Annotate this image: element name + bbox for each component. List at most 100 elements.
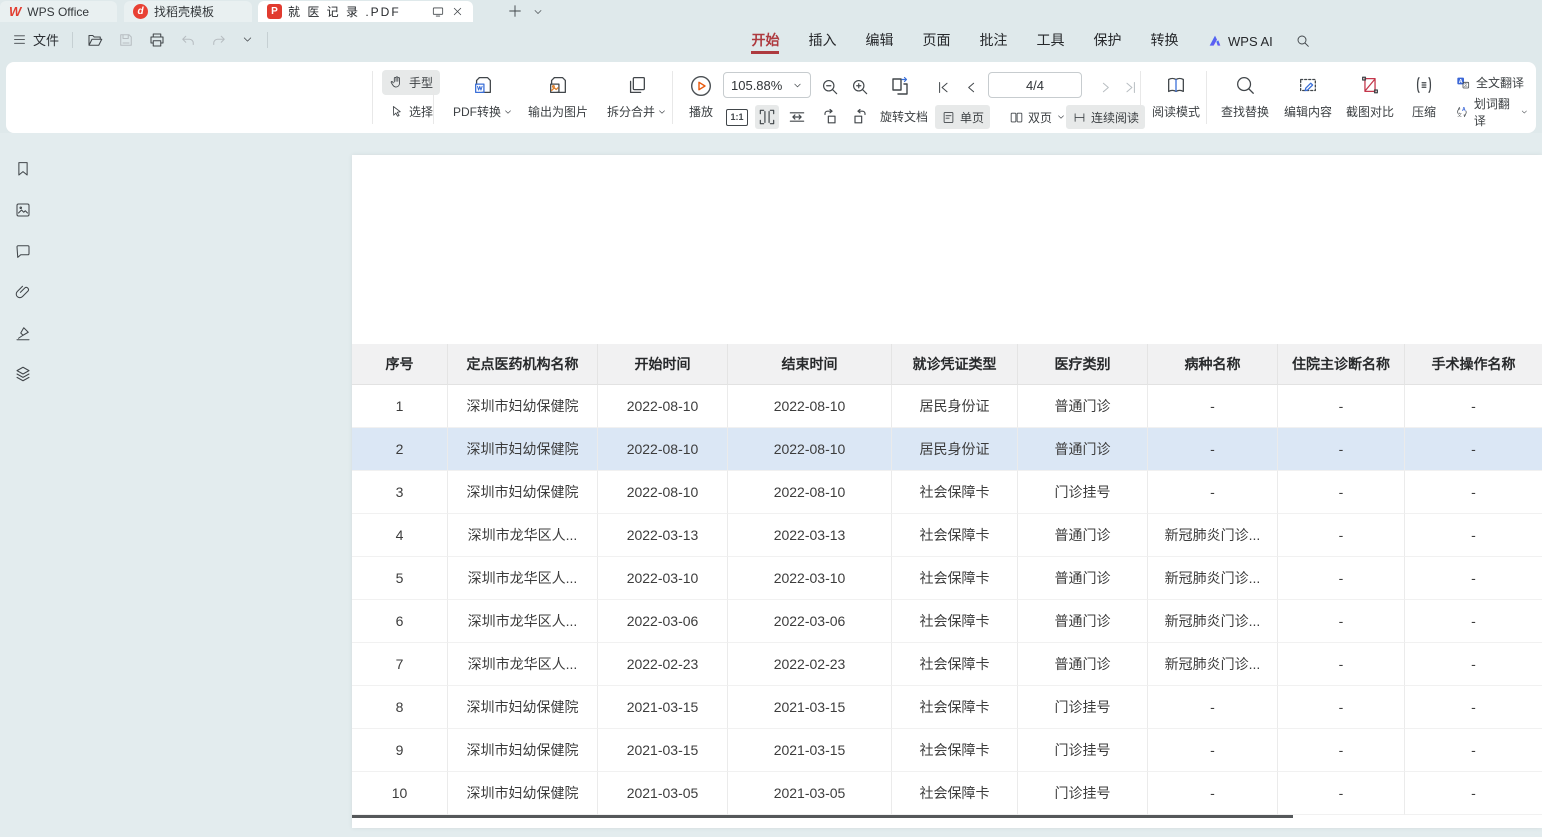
signature-panel-button[interactable] <box>13 323 32 342</box>
table-cell: - <box>1278 643 1405 686</box>
document-page[interactable]: 序号定点医药机构名称开始时间结束时间就诊凭证类型医疗类别病种名称住院主诊断名称手… <box>352 155 1542 828</box>
page-indicator-value: 4/4 <box>1026 78 1044 93</box>
open-file-icon[interactable] <box>86 31 104 49</box>
screenshot-compare-button[interactable]: 截图对比 <box>1340 71 1400 125</box>
divider <box>267 32 268 48</box>
prev-page-button[interactable] <box>959 75 983 99</box>
table-cell: 2022-08-10 <box>728 428 892 471</box>
table-cell: - <box>1148 471 1278 514</box>
table-cell: 社会保障卡 <box>892 729 1018 772</box>
word-translate-icon: A文 <box>1455 104 1469 120</box>
read-mode-button[interactable]: 阅读模式 <box>1146 71 1206 125</box>
tab-docer[interactable]: d 找稻壳模板 <box>124 1 252 22</box>
table-bottom-rule <box>352 815 1293 818</box>
last-page-button[interactable] <box>1118 75 1142 99</box>
menu-item-page[interactable]: 页面 <box>908 28 965 54</box>
menu-item-tools[interactable]: 工具 <box>1022 28 1079 54</box>
svg-text:文: 文 <box>1457 111 1462 118</box>
side-panel-icons <box>13 159 32 383</box>
table-row[interactable]: 6深圳市龙华区人...2022-03-062022-03-06社会保障卡普通门诊… <box>352 600 1542 643</box>
menu-search-icon[interactable] <box>1295 33 1311 49</box>
page-indicator-input[interactable]: 4/4 <box>988 72 1082 98</box>
fit-width-button[interactable] <box>785 105 809 129</box>
hand-tool-button[interactable]: 手型 <box>382 70 440 95</box>
table-cell: 社会保障卡 <box>892 772 1018 815</box>
table-cell: 普通门诊 <box>1018 428 1148 471</box>
table-cell: 5 <box>352 557 448 600</box>
rotate-left-button[interactable] <box>818 105 842 129</box>
thumbnail-panel-button[interactable] <box>13 200 32 219</box>
split-merge-button[interactable]: 拆分合并 <box>598 71 676 125</box>
next-page-button[interactable] <box>1093 75 1117 99</box>
table-row[interactable]: 3深圳市妇幼保健院2022-08-102022-08-10社会保障卡门诊挂号--… <box>352 471 1542 514</box>
zoom-level-select[interactable]: 105.88% <box>723 72 811 98</box>
table-row[interactable]: 7深圳市龙华区人...2022-02-232022-02-23社会保障卡普通门诊… <box>352 643 1542 686</box>
pdf-convert-button[interactable]: PDF转换 <box>446 71 520 125</box>
table-row[interactable]: 5深圳市龙华区人...2022-03-102022-03-10社会保障卡普通门诊… <box>352 557 1542 600</box>
menu-item-insert[interactable]: 插入 <box>794 28 851 54</box>
reflow-button[interactable] <box>886 75 914 99</box>
divider <box>672 71 673 124</box>
actual-size-button[interactable]: 1:1 <box>725 105 749 129</box>
double-page-button[interactable]: 双页 <box>1003 105 1072 129</box>
table-row[interactable]: 4深圳市龙华区人...2022-03-132022-03-13社会保障卡普通门诊… <box>352 514 1542 557</box>
tab-list-chevron-icon[interactable] <box>532 6 544 18</box>
edit-content-button[interactable]: 编辑内容 <box>1278 71 1338 125</box>
bookmark-panel-button[interactable] <box>13 159 32 178</box>
new-tab-icon[interactable] <box>507 3 523 19</box>
tab-document[interactable]: P 就 医 记 录 .PDF <box>258 1 473 22</box>
rotate-right-button[interactable] <box>848 105 872 129</box>
file-menu[interactable]: 文件 <box>12 30 59 49</box>
fit-page-button[interactable] <box>755 105 779 129</box>
attachment-panel-button[interactable] <box>13 282 32 301</box>
column-header: 手术操作名称 <box>1405 344 1542 385</box>
split-merge-icon <box>626 74 648 96</box>
find-replace-button[interactable]: 查找替换 <box>1214 71 1276 125</box>
redo-icon[interactable] <box>210 31 228 49</box>
menu-item-convert[interactable]: 转换 <box>1136 28 1193 54</box>
word-translate-button[interactable]: A文 划词翻译 <box>1448 99 1536 124</box>
table-cell: - <box>1278 471 1405 514</box>
export-image-button[interactable]: 输出为图片 <box>518 71 598 125</box>
menu-item-edit[interactable]: 编辑 <box>851 28 908 54</box>
table-row[interactable]: 8深圳市妇幼保健院2021-03-152021-03-15社会保障卡门诊挂号--… <box>352 686 1542 729</box>
table-row[interactable]: 9深圳市妇幼保健院2021-03-152021-03-15社会保障卡门诊挂号--… <box>352 729 1542 772</box>
table-cell: 7 <box>352 643 448 686</box>
first-page-button[interactable] <box>931 75 955 99</box>
table-row[interactable]: 2深圳市妇幼保健院2022-08-102022-08-10居民身份证普通门诊--… <box>352 428 1542 471</box>
menu-item-home[interactable]: 开始 <box>737 28 794 54</box>
table-cell: 深圳市妇幼保健院 <box>448 428 598 471</box>
menu-item-protect[interactable]: 保护 <box>1079 28 1136 54</box>
undo-icon[interactable] <box>179 31 197 49</box>
full-translate-button[interactable]: A文 全文翻译 <box>1448 70 1536 95</box>
compress-button[interactable]: 压缩 <box>1402 71 1446 125</box>
rotate-doc-label[interactable]: 旋转文档 <box>880 105 928 129</box>
single-page-button[interactable]: 单页 <box>935 105 990 129</box>
menu-item-comment[interactable]: 批注 <box>965 28 1022 54</box>
table-cell: 2022-08-10 <box>728 385 892 428</box>
hand-tool-label: 手型 <box>409 74 433 91</box>
play-button[interactable]: 播放 <box>682 71 720 125</box>
print-icon[interactable] <box>148 31 166 49</box>
zoom-in-button[interactable] <box>848 75 872 99</box>
wps-ai-button[interactable]: WPS AI <box>1207 33 1273 49</box>
table-row[interactable]: 10深圳市妇幼保健院2021-03-052021-03-05社会保障卡门诊挂号-… <box>352 772 1542 815</box>
menu-bar: 文件 开始 插入 编辑 页面 批注 工具 保护 转换 <box>0 22 1542 60</box>
table-cell: 社会保障卡 <box>892 600 1018 643</box>
file-menu-label: 文件 <box>33 30 59 49</box>
zoom-out-button[interactable] <box>818 75 842 99</box>
medical-records-table: 序号定点医药机构名称开始时间结束时间就诊凭证类型医疗类别病种名称住院主诊断名称手… <box>352 344 1542 815</box>
table-cell: 新冠肺炎门诊... <box>1148 600 1278 643</box>
tab-wps-home[interactable]: W WPS Office <box>0 1 117 22</box>
close-tab-icon[interactable] <box>451 5 464 18</box>
fit-page-icon <box>757 107 777 127</box>
save-icon[interactable] <box>117 31 135 49</box>
table-row[interactable]: 1深圳市妇幼保健院2022-08-102022-08-10居民身份证普通门诊--… <box>352 385 1542 428</box>
select-tool-button[interactable]: 选择 <box>382 99 440 124</box>
quick-access-chevron-icon[interactable] <box>241 33 254 46</box>
screen-share-icon[interactable] <box>431 5 445 19</box>
continuous-read-button[interactable]: 连续阅读 <box>1066 105 1145 129</box>
layers-panel-button[interactable] <box>13 364 32 383</box>
comment-panel-button[interactable] <box>13 241 32 260</box>
prev-page-icon <box>963 79 980 96</box>
